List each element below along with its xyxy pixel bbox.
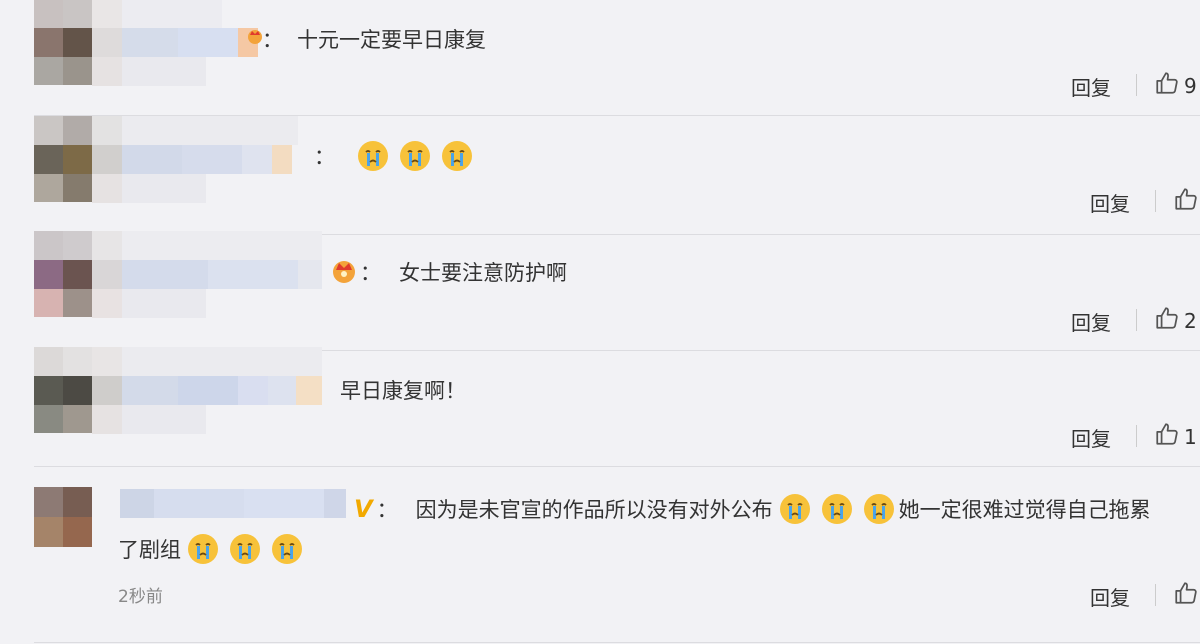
thumbs-up-icon (1173, 186, 1199, 217)
like-button[interactable]: 9 (1154, 70, 1197, 101)
crying-emoji-icon (863, 493, 895, 525)
username-blurred[interactable] (92, 116, 312, 203)
comment-text-line2: 了剧组 (118, 531, 313, 567)
username-blurred[interactable] (92, 0, 262, 86)
avatar[interactable] (34, 231, 92, 317)
comment-text: ： 女士要注意防护啊 (360, 261, 567, 285)
thumbs-up-icon (1154, 70, 1180, 101)
comment-text: 早日康复啊！ (340, 379, 466, 403)
thumbs-up-icon (1154, 305, 1180, 336)
avatar[interactable] (34, 487, 92, 547)
crying-emoji-icon (399, 140, 431, 172)
crying-emoji-icon (779, 493, 811, 525)
username-blurred[interactable] (92, 347, 328, 434)
thumbs-up-icon (1173, 580, 1199, 611)
like-count: 1 (1184, 424, 1197, 449)
action-separator (1136, 74, 1137, 96)
crying-emoji-icon (357, 140, 389, 172)
reply-button[interactable]: 回复 (1071, 423, 1111, 452)
avatar[interactable] (34, 347, 92, 433)
username-blurred[interactable] (92, 231, 328, 318)
verified-v-icon: V (354, 495, 373, 523)
reply-button[interactable]: 回复 (1071, 307, 1111, 336)
like-button[interactable]: 1 (1154, 421, 1197, 452)
comment-item: ： 女士要注意防护啊 回复 2 (0, 231, 1200, 350)
comment-item: ： 回复 (0, 116, 1200, 234)
comment-text: ： 十元一定要早日康复 (262, 28, 486, 52)
like-button[interactable] (1173, 186, 1199, 217)
action-separator (1155, 584, 1156, 606)
action-separator (1155, 190, 1156, 212)
avatar[interactable] (34, 0, 92, 85)
reply-button[interactable]: 回复 (1071, 72, 1111, 101)
timestamp: 2秒前 (118, 587, 163, 607)
comment-item: 早日康复啊！ 回复 1 (0, 347, 1200, 466)
comment-item: ： 十元一定要早日康复 回复 9 (0, 0, 1200, 115)
action-separator (1136, 309, 1137, 331)
avatar[interactable] (34, 116, 92, 202)
comment-text: V ： 因为是未官宣的作品所以没有对外公布 她一定很难过觉得自己拖累 (354, 493, 1151, 525)
comment-item: V ： 因为是未官宣的作品所以没有对外公布 她一定很难过觉得自己拖累 了剧组 2… (0, 467, 1200, 644)
crying-emoji-icon (441, 140, 473, 172)
action-separator (1136, 425, 1137, 447)
like-count: 2 (1184, 308, 1197, 333)
crown-icon (330, 257, 358, 285)
reply-button[interactable]: 回复 (1090, 582, 1130, 611)
thumbs-up-icon (1154, 421, 1180, 452)
like-button[interactable] (1173, 580, 1199, 611)
username-blurred[interactable] (120, 489, 352, 519)
comment-text: ： (314, 138, 483, 174)
crying-emoji-icon (271, 533, 303, 565)
like-button[interactable]: 2 (1154, 305, 1197, 336)
crying-emoji-icon (821, 493, 853, 525)
divider (34, 642, 1200, 643)
crying-emoji-icon (187, 533, 219, 565)
crying-emoji-icon (229, 533, 261, 565)
like-count: 9 (1184, 73, 1197, 98)
reply-button[interactable]: 回复 (1090, 188, 1130, 217)
